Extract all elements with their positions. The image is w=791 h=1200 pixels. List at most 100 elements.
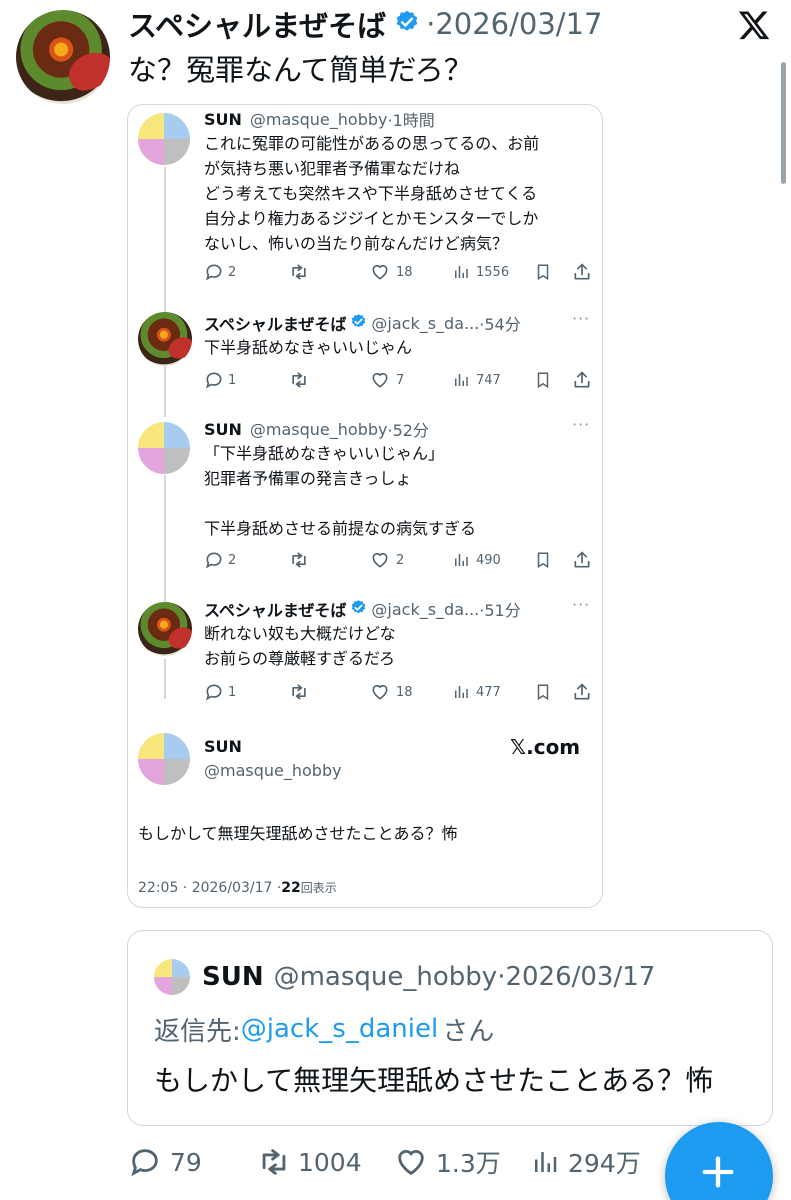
avatar[interactable] [138,422,190,474]
share-icon [572,370,592,390]
tweet-actions: 1 18 477 [204,681,594,703]
bookmark-button[interactable] [534,550,552,570]
tweet-actions: 2 2 490 [204,549,594,571]
tweet-line: 下半身舐めさせる前提なの病気すぎる [204,519,477,538]
retweet-button[interactable] [288,370,310,390]
views-button[interactable]: 490 [452,551,501,569]
reply-count: 1 [228,684,237,700]
like-button[interactable]: 1.3万 [394,1142,501,1182]
like-count: 18 [396,684,413,700]
quote-date[interactable]: ·2026/03/17 [497,962,655,992]
views-button[interactable]: 747 [452,371,501,389]
quote-name[interactable]: SUN [202,962,264,992]
views-icon [452,551,470,569]
tweet-line: お前らの尊厳軽すぎるだろ [204,649,396,668]
reply-button[interactable]: 1 [204,682,236,702]
compose-button[interactable] [665,1122,773,1200]
retweet-button[interactable] [288,550,310,570]
verified-badge-icon [350,313,367,334]
share-icon [572,262,592,282]
tweet-name[interactable]: SUN [204,110,242,129]
tweet-time[interactable]: ·1時間 [387,107,434,131]
like-button[interactable]: 7 [370,370,404,390]
share-button[interactable] [572,550,592,570]
bookmark-button[interactable] [534,682,552,702]
reply-button[interactable]: 1 [204,370,236,390]
scrollbar[interactable] [781,62,786,184]
tweet-time[interactable]: ·52分 [387,417,428,441]
views-button[interactable]: 1556 [452,263,509,281]
reply-button[interactable]: 79 [128,1142,202,1182]
retweet-button[interactable]: 1004 [256,1142,362,1182]
like-count: 7 [396,372,405,388]
tweet-time[interactable]: ·54分 [479,311,520,335]
quote-card[interactable]: SUN @masque_hobby ·2026/03/17 返信先: @jack… [127,930,773,1126]
tweet-name[interactable]: スペシャルまぜそば [204,311,346,335]
view-count: 747 [476,372,501,388]
like-button[interactable]: 18 [370,682,413,702]
bookmark-icon [534,262,552,282]
plus-icon [698,1152,738,1196]
tweet-name[interactable]: スペシャルまぜそば [204,597,346,621]
post-text: な？冤罪なんて簡単だろ？ [128,53,473,87]
final-text: もしかして無理矢理舐めさせたことある？怖 [138,824,458,843]
retweet-button[interactable] [288,262,310,282]
tweet-handle[interactable]: @masque_hobby [250,420,388,439]
more-icon[interactable]: ··· [572,595,590,614]
tweet-line: 自分より権力あるジジイとかモンスターでしか [204,209,539,228]
bookmark-button[interactable] [534,370,552,390]
final-timestamp: 22:05 · 2026/03/17 · [138,879,282,896]
author-name[interactable]: スペシャルまぜそば [128,3,386,45]
quote-handle[interactable]: @masque_hobby [274,962,498,992]
tweet-line: ないし、怖いの当たり前なんだけど病気？ [204,234,509,253]
share-button[interactable] [572,262,592,282]
tweet-line [204,491,476,516]
avatar[interactable] [138,312,192,366]
like-button[interactable]: 2 [370,550,404,570]
heart-icon [370,370,390,390]
like-button[interactable]: 18 [370,262,413,282]
views-button[interactable]: 477 [452,683,501,701]
tweet-name[interactable]: SUN [204,420,242,439]
tweet-handle[interactable]: @masque_hobby [250,110,388,129]
reply-to-handle[interactable]: @jack_s_daniel [241,1014,438,1044]
view-count: 490 [476,552,501,568]
reply-to-label: 返信先: [154,1016,241,1047]
final-name[interactable]: SUN [204,737,242,756]
quote-avatar[interactable] [154,959,190,995]
post-date[interactable]: ·2026/03/17 [426,7,602,41]
view-count: 477 [476,684,501,700]
embedded-card[interactable]: SUN @masque_hobby ·1時間 これに冤罪の可能性があるの思ってる… [127,104,603,908]
avatar[interactable] [138,602,192,656]
tweet-handle[interactable]: @jack_s_da... [371,314,479,333]
more-icon[interactable]: ··· [572,309,590,328]
verified-badge-icon [350,599,367,620]
bookmark-icon [534,370,552,390]
tweet-line: 断れない奴も大概だけどな [204,624,396,643]
view-count: 294万 [568,1149,641,1178]
bookmark-button[interactable] [534,262,552,282]
views-button[interactable]: 294万 [530,1142,641,1182]
bookmark-icon [534,550,552,570]
avatar[interactable] [138,113,190,165]
share-button[interactable] [572,370,592,390]
author-avatar[interactable] [16,10,110,104]
reply-button[interactable]: 2 [204,262,236,282]
reply-count: 2 [228,552,237,568]
share-button[interactable] [572,682,592,702]
final-handle[interactable]: @masque_hobby [204,761,342,780]
x-logo-icon[interactable] [736,8,772,42]
views-icon [452,683,470,701]
reply-icon [204,682,224,702]
thread-line [164,475,166,527]
tweet-handle[interactable]: @jack_s_da... [371,600,479,619]
bottom-actions: 79 1004 1.3万 294万 [128,1142,668,1182]
reply-icon [204,550,224,570]
retweet-button[interactable] [288,682,310,702]
share-icon [572,682,592,702]
thread-line [164,659,166,699]
reply-button[interactable]: 2 [204,550,236,570]
tweet-time[interactable]: ·51分 [479,597,520,621]
more-icon[interactable]: ··· [572,415,590,434]
avatar[interactable] [138,733,190,785]
